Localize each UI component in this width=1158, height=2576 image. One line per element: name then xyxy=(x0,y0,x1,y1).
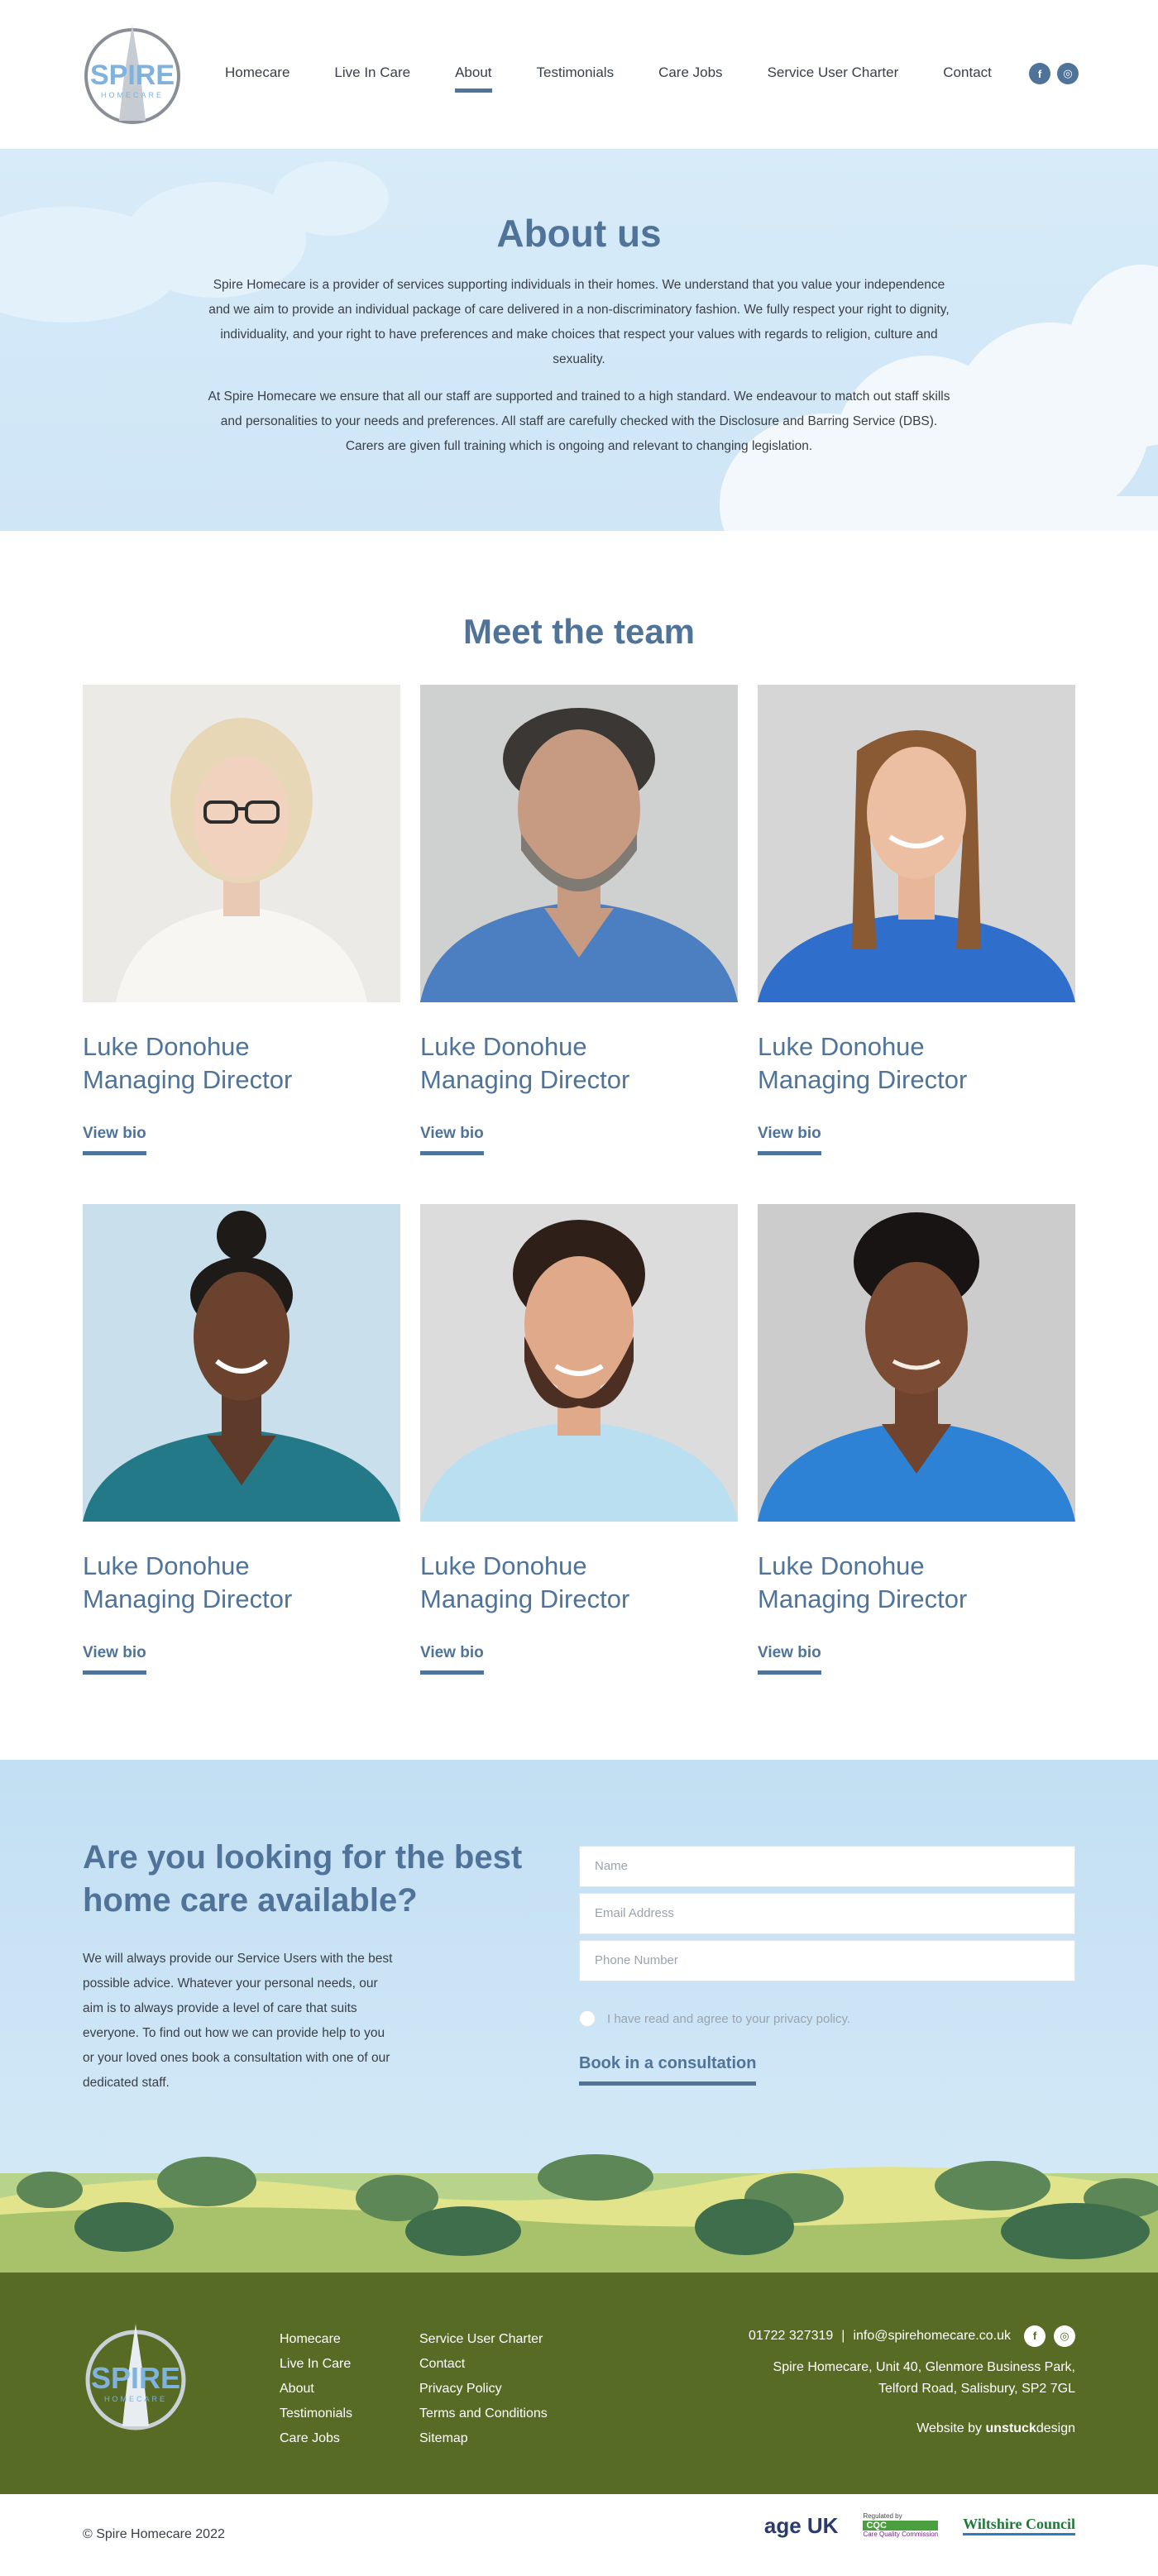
member-role: Managing Director xyxy=(420,1065,630,1094)
nav-contact[interactable]: Contact xyxy=(943,65,992,93)
name-field[interactable]: Name xyxy=(579,1846,1075,1887)
facebook-icon[interactable]: f xyxy=(1029,63,1050,84)
member-role: Managing Director xyxy=(758,1584,968,1613)
wiltshire-council-logo[interactable]: Wiltshire Council xyxy=(963,2516,1075,2535)
contact-heading: Are you looking for the best home care a… xyxy=(83,1839,523,1919)
member-name: Luke Donohue xyxy=(758,1551,925,1580)
team-photo xyxy=(420,685,738,1002)
footer-link-privacy-policy[interactable]: Privacy Policy xyxy=(419,2377,548,2402)
footer-link-about[interactable]: About xyxy=(280,2377,352,2402)
credit-suffix: design xyxy=(1036,2421,1075,2435)
member-role: Managing Director xyxy=(420,1584,630,1613)
footer-link-homecare[interactable]: Homecare xyxy=(280,2327,352,2352)
view-bio-link[interactable]: View bio xyxy=(420,1125,484,1155)
member-name: Luke Donohue xyxy=(420,1551,587,1580)
nav-service-user-charter[interactable]: Service User Charter xyxy=(768,65,899,93)
about-title: About us xyxy=(496,212,662,255)
instagram-icon[interactable]: ◎ xyxy=(1057,63,1079,84)
footer-links-col-1: Homecare Live In Care About Testimonials… xyxy=(280,2327,352,2451)
footer-instagram-icon[interactable]: ◎ xyxy=(1054,2325,1075,2347)
view-bio-link[interactable]: View bio xyxy=(420,1644,484,1675)
copyright: © Spire Homecare 2022 xyxy=(83,2527,225,2541)
footer-link-sitemap[interactable]: Sitemap xyxy=(419,2426,548,2451)
team-card: Luke Donohue Managing Director View bio xyxy=(758,1204,1075,1675)
cqc-mark: CQC xyxy=(863,2521,939,2531)
footer-credit[interactable]: Website by unstuckdesign xyxy=(749,2418,1075,2440)
footer-logo-subtitle: HOMECARE xyxy=(104,2395,167,2403)
about-paragraph-1: Spire Homecare is a provider of services… xyxy=(208,278,950,366)
team-card: Luke Donohue Managing Director View bio xyxy=(420,1204,738,1675)
view-bio-link[interactable]: View bio xyxy=(758,1644,821,1675)
footer-separator: | xyxy=(841,2329,845,2343)
footer-phone[interactable]: 01722 327319 xyxy=(749,2325,833,2347)
contact-section: Are you looking for the best home care a… xyxy=(0,1760,1158,2273)
team-photo xyxy=(83,685,400,1002)
team-card: Luke Donohue Managing Director View bio xyxy=(758,685,1075,1155)
member-role: Managing Director xyxy=(83,1584,293,1613)
privacy-consent: I have read and agree to your privacy po… xyxy=(579,2010,850,2027)
footer-link-contact[interactable]: Contact xyxy=(419,2352,548,2377)
team-photo xyxy=(83,1204,400,1522)
book-consultation-button[interactable]: Book in a consultation xyxy=(579,2054,757,2086)
credit-prefix: Website by xyxy=(916,2421,983,2435)
header-social: f ◎ xyxy=(1029,63,1079,84)
member-name: Luke Donohue xyxy=(83,1551,250,1580)
credit-brand: unstuck xyxy=(985,2421,1036,2435)
nav-about[interactable]: About xyxy=(455,65,492,93)
footer-logo[interactable]: SPIRE HOMECARE xyxy=(83,2319,189,2431)
member-name: Luke Donohue xyxy=(758,1032,925,1061)
site-header: SPIRE HOMECARE Homecare Live In Care Abo… xyxy=(0,0,1158,149)
countryside-illustration xyxy=(0,2154,1158,2273)
about-section: About us Spire Homecare is a provider of… xyxy=(0,149,1158,531)
nav-care-jobs[interactable]: Care Jobs xyxy=(658,65,722,93)
footer-link-terms[interactable]: Terms and Conditions xyxy=(419,2402,548,2426)
member-role: Managing Director xyxy=(83,1065,293,1094)
footer-email[interactable]: info@spirehomecare.co.uk xyxy=(853,2325,1011,2347)
view-bio-link[interactable]: View bio xyxy=(758,1125,821,1155)
team-photo xyxy=(420,1204,738,1522)
nav-homecare[interactable]: Homecare xyxy=(225,65,290,93)
age-uk-logo[interactable]: age UK xyxy=(764,2513,839,2539)
team-photo xyxy=(758,685,1075,1002)
email-field[interactable]: Email Address xyxy=(579,1893,1075,1934)
footer-address-line-2: Telford Road, Salisbury, SP2 7GL xyxy=(878,2382,1075,2396)
footer-links-col-2: Service User Charter Contact Privacy Pol… xyxy=(419,2327,548,2451)
privacy-consent-label: I have read and agree to your privacy po… xyxy=(607,2011,851,2026)
nav-live-in-care[interactable]: Live In Care xyxy=(334,65,410,93)
contact-text: We will always provide our Service Users… xyxy=(83,1952,393,2090)
site-footer: SPIRE HOMECARE Homecare Live In Care Abo… xyxy=(0,2273,1158,2494)
about-paragraph-2: At Spire Homecare we ensure that all our… xyxy=(208,390,950,453)
cqc-top: Regulated by xyxy=(863,2512,902,2520)
team-title: Meet the team xyxy=(462,612,696,651)
privacy-checkbox[interactable] xyxy=(579,2010,596,2027)
footer-address-line-1: Spire Homecare, Unit 40, Glenmore Busine… xyxy=(773,2360,1075,2374)
site-logo[interactable]: SPIRE HOMECARE xyxy=(83,18,182,126)
cqc-name: Care Quality Commission xyxy=(863,2531,939,2538)
phone-field[interactable]: Phone Number xyxy=(579,1940,1075,1981)
cqc-logo[interactable]: Regulated by CQC Care Quality Commission xyxy=(863,2512,939,2539)
main-nav: Homecare Live In Care About Testimonials… xyxy=(225,65,992,93)
member-name: Luke Donohue xyxy=(83,1032,250,1061)
footer-link-service-user-charter[interactable]: Service User Charter xyxy=(419,2327,548,2352)
partner-logos: age UK Regulated by CQC Care Quality Com… xyxy=(764,2512,1075,2539)
footer-link-care-jobs[interactable]: Care Jobs xyxy=(280,2426,352,2451)
footer-logo-wordmark: SPIRE xyxy=(91,2361,180,2395)
member-name: Luke Donohue xyxy=(420,1032,587,1061)
footer-link-live-in-care[interactable]: Live In Care xyxy=(280,2352,352,2377)
team-card: Luke Donohue Managing Director View bio xyxy=(83,1204,400,1675)
footer-link-testimonials[interactable]: Testimonials xyxy=(280,2402,352,2426)
footer-facebook-icon[interactable]: f xyxy=(1024,2325,1046,2347)
member-role: Managing Director xyxy=(758,1065,968,1094)
footer-contact-info: 01722 327319 | info@spirehomecare.co.uk … xyxy=(749,2325,1075,2440)
logo-subtitle: HOMECARE xyxy=(101,91,164,99)
logo-wordmark: SPIRE xyxy=(90,60,175,91)
team-card: Luke Donohue Managing Director View bio xyxy=(83,685,400,1155)
footer-bottom-bar: © Spire Homecare 2022 age UK Regulated b… xyxy=(0,2494,1158,2576)
nav-testimonials[interactable]: Testimonials xyxy=(537,65,615,93)
team-photo xyxy=(758,1204,1075,1522)
team-card: Luke Donohue Managing Director View bio xyxy=(420,685,738,1155)
view-bio-link[interactable]: View bio xyxy=(83,1125,146,1155)
view-bio-link[interactable]: View bio xyxy=(83,1644,146,1675)
